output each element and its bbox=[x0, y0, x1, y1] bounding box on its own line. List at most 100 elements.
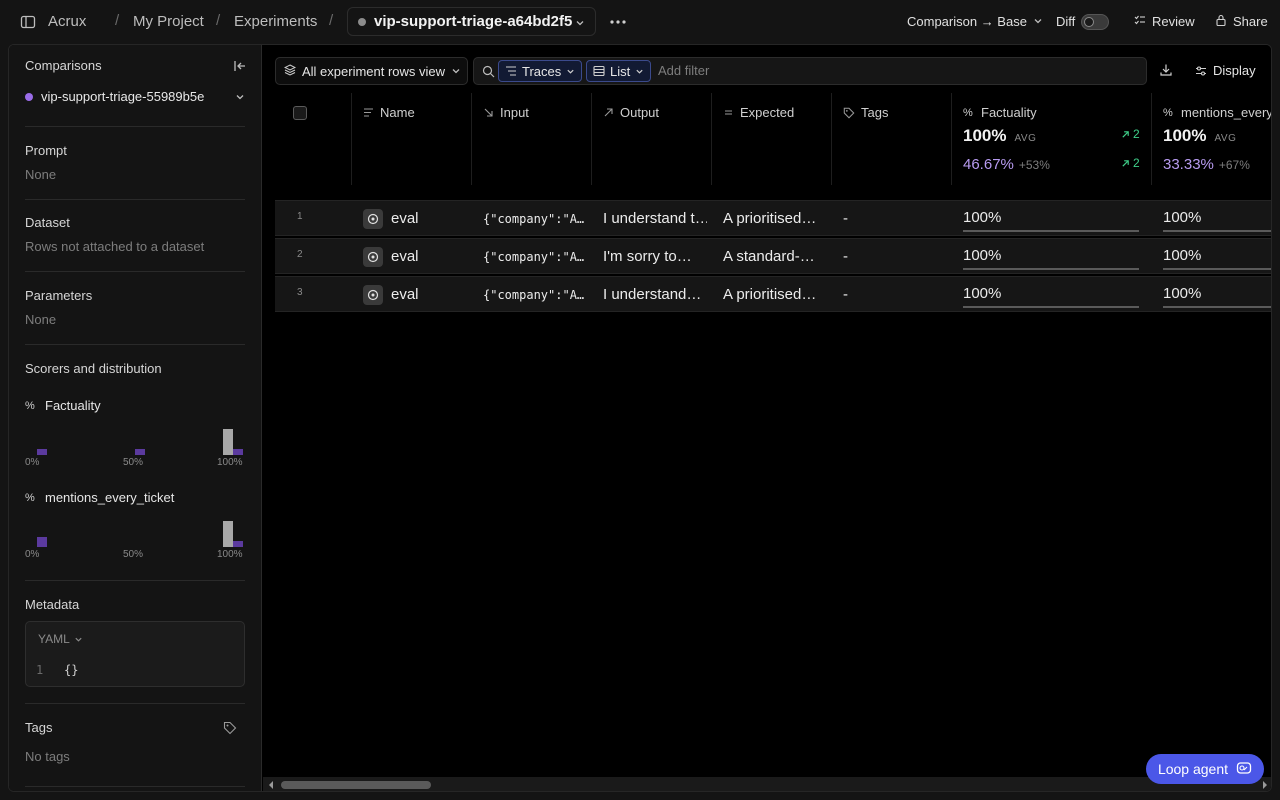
collapse-sidebar-icon[interactable] bbox=[233, 59, 247, 73]
column-label: Name bbox=[380, 105, 415, 120]
mentions-avg-value: 100% bbox=[1163, 126, 1207, 145]
more-options-icon[interactable] bbox=[608, 12, 628, 32]
row-number: 3 bbox=[297, 287, 303, 298]
review-button[interactable]: Review bbox=[1134, 14, 1195, 29]
factuality-improvements[interactable]: 2 bbox=[1121, 127, 1140, 141]
base-distribution-bar bbox=[223, 521, 233, 547]
improvement-count: 2 bbox=[1133, 156, 1140, 170]
parameters-section: Parameters None bbox=[25, 288, 245, 327]
review-button-label: Review bbox=[1152, 14, 1195, 29]
row-output: I understand t… bbox=[603, 210, 707, 227]
axis-label-50: 50% bbox=[123, 457, 144, 468]
sidebar-toggle-icon[interactable] bbox=[20, 14, 36, 30]
column-label: Expected bbox=[740, 105, 795, 120]
score-bar-fill bbox=[963, 268, 1139, 270]
arrow-in-icon bbox=[484, 108, 493, 117]
equals-icon bbox=[725, 110, 732, 115]
column-header-factuality[interactable]: % Factuality bbox=[963, 105, 1037, 120]
chevron-down-icon bbox=[636, 69, 643, 74]
scroll-right-icon bbox=[1263, 781, 1267, 789]
format-select[interactable]: YAML bbox=[38, 632, 83, 646]
app-name[interactable]: Acrux bbox=[48, 13, 86, 30]
column-divider bbox=[351, 93, 352, 185]
horizontal-scrollbar[interactable] bbox=[263, 777, 1271, 791]
metadata-editor[interactable]: YAML 1 {} bbox=[25, 621, 245, 687]
breadcrumb-experiments[interactable]: Experiments bbox=[234, 13, 317, 30]
row-input: {"company":"A… bbox=[483, 250, 585, 264]
factuality-delta: +53% bbox=[1018, 158, 1050, 172]
row-number: 2 bbox=[297, 249, 303, 260]
lock-icon bbox=[1215, 14, 1227, 29]
layers-icon bbox=[283, 63, 297, 79]
column-divider bbox=[591, 93, 592, 185]
experiment-frame: Comparisons vip-support-triage-55989b5e … bbox=[8, 44, 1272, 792]
scorer-factuality[interactable]: % Factuality bbox=[25, 398, 101, 413]
comparison-select[interactable]: Comparison → Base bbox=[907, 14, 1043, 29]
list-toggle[interactable]: List bbox=[586, 60, 652, 82]
column-header-tags[interactable]: Tags bbox=[843, 105, 888, 120]
scorer-name: mentions_every_ticket bbox=[45, 490, 175, 505]
table-row[interactable]: 3 eval {"company":"A… I understand… A pr… bbox=[275, 276, 1271, 312]
dataset-title: Dataset bbox=[25, 215, 70, 230]
row-expected: A standard-… bbox=[723, 248, 815, 265]
column-label: Tags bbox=[861, 105, 889, 120]
axis-label-0: 0% bbox=[25, 457, 40, 468]
column-divider bbox=[471, 93, 472, 185]
breadcrumb-project[interactable]: My Project bbox=[133, 13, 204, 30]
comparison-distribution-bar bbox=[37, 449, 47, 455]
score-bar-fill bbox=[963, 306, 1139, 308]
toggle-knob bbox=[1084, 17, 1094, 27]
eval-span-icon bbox=[363, 285, 383, 305]
percent-icon: % bbox=[25, 491, 35, 504]
filter-input[interactable] bbox=[658, 63, 958, 78]
column-label: mentions_every_ bbox=[1181, 105, 1272, 120]
display-button-label: Display bbox=[1213, 63, 1256, 78]
experiment-select[interactable]: vip-support-triage-a64bd2f5 bbox=[347, 7, 596, 36]
scorer-mentions-every-ticket[interactable]: % mentions_every_ticket bbox=[25, 490, 174, 505]
score-value: 100% bbox=[1163, 209, 1202, 226]
scorer-name: Factuality bbox=[45, 398, 101, 413]
column-header-expected[interactable]: Expected bbox=[723, 105, 794, 120]
column-header-input[interactable]: Input bbox=[483, 105, 529, 120]
factuality-compare: 46.67% +53% bbox=[963, 156, 1050, 173]
select-all-checkbox[interactable] bbox=[293, 106, 307, 120]
traces-toggle[interactable]: Traces bbox=[498, 60, 583, 82]
comparison-distribution-bar bbox=[37, 537, 47, 547]
column-header-name[interactable]: Name bbox=[363, 105, 415, 120]
percent-icon: % bbox=[25, 399, 35, 412]
comparison-experiment-select[interactable]: vip-support-triage-55989b5e bbox=[25, 89, 245, 104]
arrow-up-right-icon bbox=[1122, 130, 1129, 138]
view-select[interactable]: All experiment rows view bbox=[275, 57, 468, 85]
column-header-output[interactable]: Output bbox=[603, 105, 659, 120]
factuality-score: 100% bbox=[963, 209, 1139, 232]
download-icon[interactable] bbox=[1159, 63, 1173, 77]
tag-icon[interactable] bbox=[223, 721, 237, 735]
prompt-title: Prompt bbox=[25, 143, 67, 158]
comparison-sidebar: Comparisons vip-support-triage-55989b5e … bbox=[9, 45, 262, 791]
table-row[interactable]: 2 eval {"company":"A… I'm sorry to… A st… bbox=[275, 238, 1271, 274]
diff-toggle[interactable] bbox=[1081, 14, 1109, 30]
column-header-mentions[interactable]: % mentions_every_ bbox=[1163, 105, 1272, 120]
improvement-count: 2 bbox=[1133, 127, 1140, 141]
chevron-down-icon bbox=[75, 637, 82, 642]
factuality-score: 100% bbox=[963, 247, 1139, 270]
mentions-avg: 100% AVG bbox=[1163, 126, 1236, 146]
score-bar bbox=[963, 268, 1139, 270]
factuality-distribution: 0% 50% 100% bbox=[25, 423, 245, 468]
loop-agent-button[interactable]: Loop agent bbox=[1146, 754, 1264, 784]
table-row[interactable]: 1 eval {"company":"A… I understand t… A … bbox=[275, 200, 1271, 236]
parameters-title: Parameters bbox=[25, 288, 93, 303]
factuality-improvements-compare[interactable]: 2 bbox=[1121, 156, 1140, 170]
comparison-select-label: Comparison → Base bbox=[907, 14, 1027, 29]
traces-label: Traces bbox=[522, 63, 562, 79]
scrollbar-thumb[interactable] bbox=[281, 781, 431, 789]
divider bbox=[25, 703, 245, 704]
row-number: 1 bbox=[297, 211, 303, 222]
display-button[interactable]: Display bbox=[1195, 63, 1256, 78]
view-select-label: All experiment rows view bbox=[302, 63, 446, 79]
share-button[interactable]: Share bbox=[1215, 14, 1268, 29]
traces-icon bbox=[506, 66, 516, 76]
comparison-experiment-name: vip-support-triage-55989b5e bbox=[41, 89, 205, 104]
scorers-title: Scorers and distribution bbox=[25, 361, 162, 376]
percent-icon: % bbox=[1163, 106, 1173, 119]
